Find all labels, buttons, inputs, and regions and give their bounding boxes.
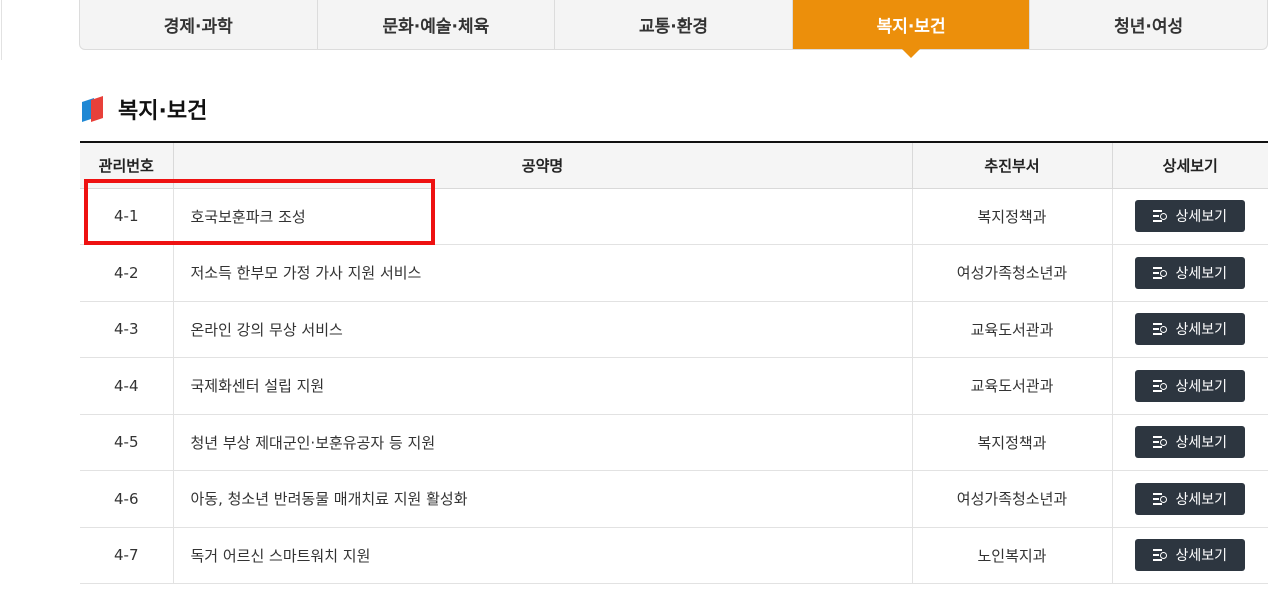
tab-youth-women[interactable]: 청년·여성 bbox=[1030, 0, 1267, 49]
detail-search-icon bbox=[1153, 436, 1168, 449]
detail-view-label: 상세보기 bbox=[1175, 435, 1228, 452]
table-row: 4-4 국제화센터 설립 지원 교육도서관과 상세보기 bbox=[80, 357, 1268, 415]
row-view-cell: 상세보기 bbox=[1111, 244, 1268, 302]
detail-view-button[interactable]: 상세보기 bbox=[1135, 369, 1246, 402]
section-header: 복지·보건 bbox=[82, 94, 207, 124]
row-name[interactable]: 호국보훈파크 조성 bbox=[172, 188, 912, 245]
section-title: 복지·보건 bbox=[118, 99, 208, 124]
row-dept: 여성가족청소년과 bbox=[911, 244, 1112, 302]
category-tabs: 경제·과학 문화·예술·체육 교통·환경 복지·보건 청년·여성 bbox=[79, 0, 1268, 58]
row-name[interactable]: 독거 어르신 스마트워치 지원 bbox=[172, 527, 912, 584]
header-dept: 추진부서 bbox=[911, 142, 1112, 189]
row-dept: 복지정책과 bbox=[911, 188, 1112, 245]
table-row: 4-2 저소득 한부모 가정 가사 지원 서비스 여성가족청소년과 상세보기 bbox=[80, 244, 1268, 302]
detail-view-label: 상세보기 bbox=[1175, 322, 1228, 339]
detail-view-button[interactable]: 상세보기 bbox=[1135, 539, 1246, 572]
detail-view-label: 상세보기 bbox=[1175, 209, 1228, 226]
detail-search-icon bbox=[1153, 379, 1168, 392]
row-view-cell: 상세보기 bbox=[1111, 414, 1268, 471]
detail-search-icon bbox=[1153, 323, 1168, 336]
row-name[interactable]: 아동, 청소년 반려동물 매개치료 지원 활성화 bbox=[172, 470, 912, 528]
row-dept: 복지정책과 bbox=[911, 414, 1112, 471]
row-no: 4-7 bbox=[80, 527, 173, 584]
row-no: 4-2 bbox=[80, 244, 173, 302]
row-view-cell: 상세보기 bbox=[1111, 301, 1268, 358]
row-dept: 교육도서관과 bbox=[911, 301, 1112, 358]
row-no: 4-6 bbox=[80, 470, 173, 528]
tab-economy-science[interactable]: 경제·과학 bbox=[80, 0, 318, 49]
detail-search-icon bbox=[1153, 266, 1168, 279]
detail-view-button[interactable]: 상세보기 bbox=[1135, 200, 1246, 233]
detail-search-icon bbox=[1153, 210, 1168, 223]
detail-search-icon bbox=[1153, 549, 1168, 562]
detail-view-button[interactable]: 상세보기 bbox=[1135, 426, 1246, 459]
detail-view-label: 상세보기 bbox=[1175, 491, 1228, 508]
row-name[interactable]: 온라인 강의 무상 서비스 bbox=[172, 301, 912, 358]
tab-welfare-health[interactable]: 복지·보건 bbox=[792, 0, 1031, 58]
table-row: 4-6 아동, 청소년 반려동물 매개치료 지원 활성화 여성가족청소년과 상세보기 bbox=[80, 470, 1268, 528]
book-icon bbox=[82, 96, 104, 122]
header-no: 관리번호 bbox=[80, 142, 173, 189]
row-view-cell: 상세보기 bbox=[1111, 357, 1268, 415]
detail-view-button[interactable]: 상세보기 bbox=[1135, 313, 1246, 346]
table-row: 4-5 청년 부상 제대군인·보훈유공자 등 지원 복지정책과 상세보기 bbox=[80, 414, 1268, 471]
tab-transport-environment[interactable]: 교통·환경 bbox=[555, 0, 793, 49]
tab-culture-arts-sports[interactable]: 문화·예술·체육 bbox=[318, 0, 556, 49]
row-no: 4-4 bbox=[80, 357, 173, 415]
left-edge-divider bbox=[0, 0, 2, 60]
table-row: 4-7 독거 어르신 스마트워치 지원 노인복지과 상세보기 bbox=[80, 527, 1268, 584]
row-name[interactable]: 청년 부상 제대군인·보훈유공자 등 지원 bbox=[172, 414, 912, 471]
row-view-cell: 상세보기 bbox=[1111, 527, 1268, 584]
row-view-cell: 상세보기 bbox=[1111, 188, 1268, 245]
row-no: 4-3 bbox=[80, 301, 173, 358]
row-name[interactable]: 국제화센터 설립 지원 bbox=[172, 357, 912, 415]
row-name[interactable]: 저소득 한부모 가정 가사 지원 서비스 bbox=[172, 244, 912, 302]
detail-view-button[interactable]: 상세보기 bbox=[1135, 482, 1246, 515]
header-view: 상세보기 bbox=[1111, 142, 1268, 189]
row-view-cell: 상세보기 bbox=[1111, 470, 1268, 528]
detail-view-label: 상세보기 bbox=[1175, 548, 1228, 565]
table-row: 4-1 호국보훈파크 조성 복지정책과 상세보기 bbox=[80, 188, 1268, 245]
detail-view-button[interactable]: 상세보기 bbox=[1135, 256, 1246, 289]
detail-view-label: 상세보기 bbox=[1175, 265, 1228, 282]
row-no: 4-5 bbox=[80, 414, 173, 471]
table-header-row: 관리번호 공약명 추진부서 상세보기 bbox=[80, 142, 1268, 189]
row-no: 4-1 bbox=[80, 188, 173, 245]
row-dept: 교육도서관과 bbox=[911, 357, 1112, 415]
header-name: 공약명 bbox=[172, 142, 912, 189]
row-dept: 여성가족청소년과 bbox=[911, 470, 1112, 528]
row-dept: 노인복지과 bbox=[911, 527, 1112, 584]
table-row: 4-3 온라인 강의 무상 서비스 교육도서관과 상세보기 bbox=[80, 301, 1268, 358]
pledge-table: 관리번호 공약명 추진부서 상세보기 4-1 호국보훈파크 조성 복지정책과 상세보기… bbox=[80, 141, 1268, 584]
detail-view-label: 상세보기 bbox=[1175, 378, 1228, 395]
detail-search-icon bbox=[1153, 492, 1168, 505]
